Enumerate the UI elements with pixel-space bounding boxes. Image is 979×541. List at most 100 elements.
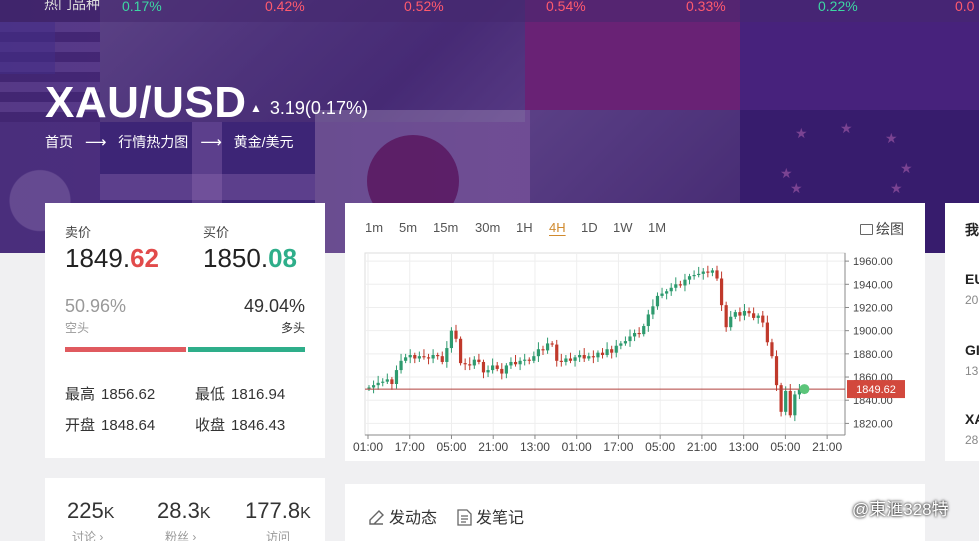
candle-body [793, 394, 797, 416]
news-item-title[interactable]: GI [965, 342, 979, 358]
candlestick-chart[interactable]: 1960.001940.001920.001900.001880.001860.… [345, 203, 925, 461]
candle-body [651, 306, 655, 315]
candle-body [527, 359, 531, 361]
candle-body [445, 348, 449, 362]
candle-body [513, 361, 518, 365]
candle-body [756, 315, 760, 318]
ticker-item[interactable]: 0.42% [265, 0, 305, 14]
quote-card: 卖价 1849.62 买价 1850.08 50.96% 空头 49.04% 多… [45, 203, 325, 458]
post-dynamic-button[interactable]: 发动态 [368, 504, 437, 528]
y-tick-label: 1900.00 [853, 326, 893, 338]
buy-price: 1850.08 [203, 243, 297, 273]
candle-body [669, 287, 673, 292]
page-title: XAU/USD [45, 78, 247, 127]
candle-body [463, 363, 467, 365]
ticker-item[interactable]: 0.52% [404, 0, 444, 14]
news-card: 我 EU 20 GI 13 XA 28 [945, 203, 979, 461]
social-stats-card: 225K 讨论 › 28.3K 粉丝 › 177.8K 访问 [45, 478, 325, 541]
post-note-button[interactable]: 发笔记 [457, 504, 524, 528]
x-tick-label: 17:00 [395, 440, 425, 454]
candle-body [623, 341, 628, 344]
news-item-title[interactable]: XA [965, 411, 979, 427]
current-price-label: 1849.62 [856, 384, 896, 396]
ticker-item[interactable]: 0.0 [955, 0, 974, 14]
discussion-count[interactable]: 225K [67, 498, 114, 524]
candle-body [458, 338, 463, 364]
breadcrumb-current: 黄金/美元 [233, 134, 294, 150]
candle-body [674, 284, 678, 288]
candle-body [399, 360, 403, 371]
candle-body [605, 349, 609, 356]
candle-body [683, 279, 687, 286]
candle-body [426, 357, 431, 359]
candle-body [550, 343, 554, 345]
news-header: 我 [965, 222, 979, 238]
candle-body [729, 316, 733, 328]
candle-body [440, 356, 444, 362]
chart-card: 1m 5m 15m 30m 1H 4H 1D 1W 1M 绘图 1960.00 1… [345, 203, 925, 461]
buy-label: 买价 [203, 225, 230, 240]
ticker-item[interactable]: 0.17% [122, 0, 162, 14]
candle-body [573, 357, 577, 361]
y-tick-label: 1820.00 [853, 418, 893, 430]
candle-body [381, 381, 385, 383]
candle-body [431, 355, 435, 359]
candle-body [632, 332, 637, 337]
candle-body [408, 355, 412, 358]
breadcrumb: 首页 ⟶ 行情热力图 ⟶ 黄金/美元 [45, 132, 293, 152]
x-tick-label: 13:00 [520, 440, 550, 454]
candle-body [417, 356, 421, 359]
candle-body [747, 310, 751, 314]
candle-body [692, 275, 696, 277]
high-stat: 最高 1856.62 [65, 386, 156, 403]
candle-body [449, 330, 454, 349]
candle-body [706, 271, 710, 273]
edit-icon [369, 510, 384, 525]
arrow-right-icon: ⟶ [200, 134, 222, 151]
candle-body [774, 356, 779, 386]
ticker-item[interactable]: 0.33% [686, 0, 726, 14]
breadcrumb-home[interactable]: 首页 [45, 132, 73, 152]
x-tick-label: 17:00 [603, 440, 633, 454]
news-item-sub: 20 [965, 293, 979, 307]
discussion-label[interactable]: 讨论 › [72, 528, 103, 541]
followers-label[interactable]: 粉丝 › [165, 528, 196, 541]
followers-count[interactable]: 28.3K [157, 498, 211, 524]
sell-price: 1849.62 [65, 243, 159, 273]
candle-body [523, 359, 527, 361]
close-stat: 收盘 1846.43 [195, 417, 286, 434]
news-item-title[interactable]: EU [965, 271, 979, 287]
candle-body [742, 310, 747, 316]
candle-body [687, 276, 692, 280]
long-label: 多头 [280, 321, 305, 335]
note-icon [457, 509, 472, 526]
candle-body [509, 361, 513, 366]
ticker-item[interactable]: 0.22% [818, 0, 858, 14]
candle-body [578, 355, 582, 358]
long-ratio-bar [188, 347, 305, 352]
open-stat: 开盘 1848.64 [65, 417, 156, 434]
breadcrumb-heatmap[interactable]: 行情热力图 [118, 132, 188, 152]
candle-body [481, 361, 486, 373]
candle-body [628, 336, 632, 342]
candle-body [376, 382, 380, 386]
candle-body [587, 356, 591, 359]
x-tick-label: 13:00 [729, 440, 759, 454]
candle-body [642, 326, 646, 335]
x-tick-label: 21:00 [478, 440, 508, 454]
candle-body [665, 291, 669, 294]
candle-body [555, 344, 559, 361]
x-tick-label: 01:00 [353, 440, 383, 454]
candle-body [385, 379, 389, 382]
candle-body [788, 390, 792, 416]
candle-body [413, 355, 417, 359]
ticker-strip: 热门品种 0.17% 0.42% 0.52% 0.54% 0.33% 0.22%… [0, 0, 979, 22]
ticker-item[interactable]: 0.54% [546, 0, 586, 14]
candle-body [394, 370, 399, 384]
y-tick-label: 1960.00 [853, 256, 893, 268]
short-percent: 50.96% [65, 296, 127, 316]
candle-body [770, 342, 774, 357]
candle-body [367, 387, 371, 389]
x-tick-label: 21:00 [687, 440, 717, 454]
candle-body [545, 343, 550, 351]
